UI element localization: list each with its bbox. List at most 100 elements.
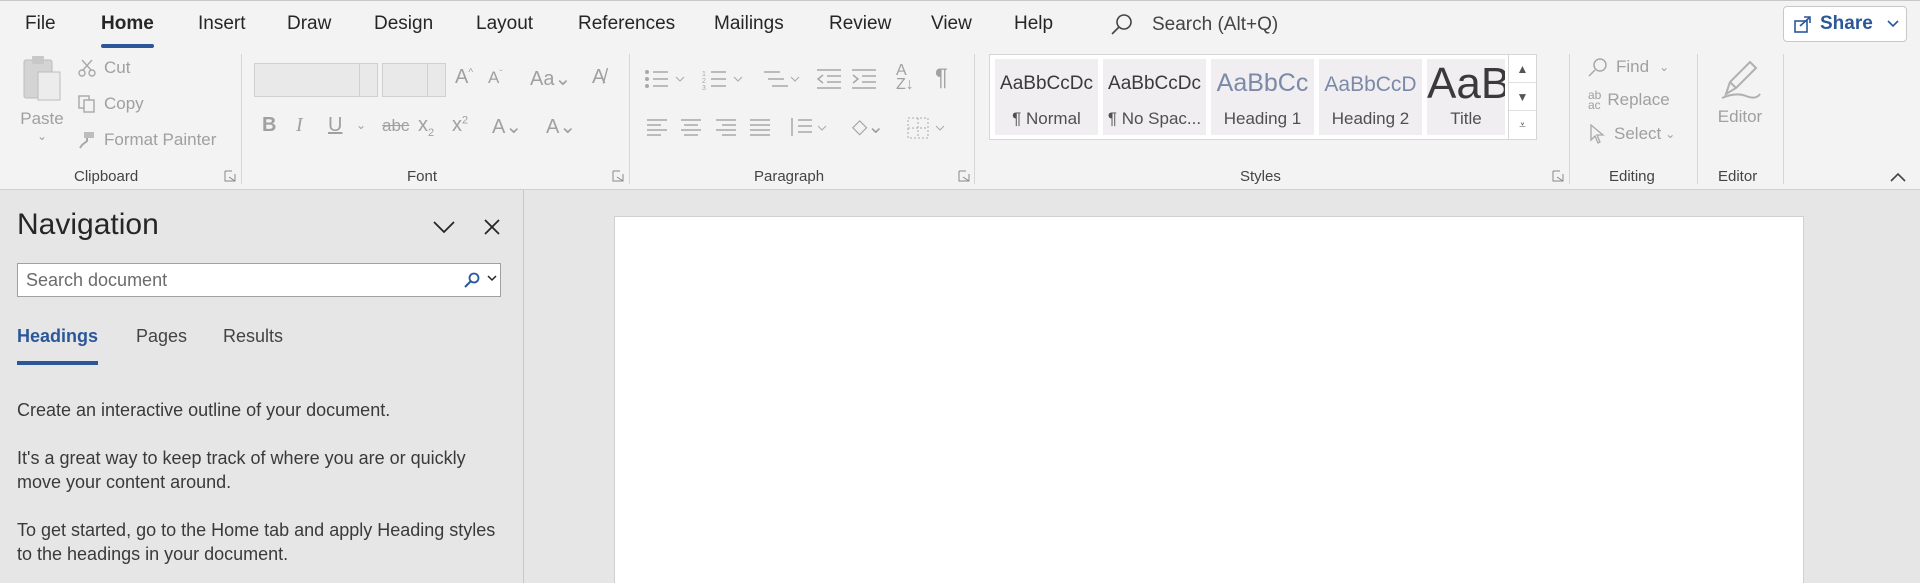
nav-tab-pages[interactable]: Pages bbox=[136, 326, 187, 347]
replace-button[interactable]: ab ac Replace bbox=[1588, 89, 1670, 111]
format-painter-button[interactable]: Format Painter bbox=[78, 130, 216, 150]
dialog-launcher-icon[interactable] bbox=[612, 170, 624, 182]
tab-home[interactable]: Home bbox=[101, 13, 154, 48]
tab-help[interactable]: Help bbox=[1014, 13, 1053, 35]
align-center-icon[interactable] bbox=[680, 118, 702, 138]
tab-references[interactable]: References bbox=[578, 13, 675, 35]
borders-icon[interactable] bbox=[906, 116, 950, 140]
align-left-icon[interactable] bbox=[646, 118, 668, 138]
tab-draw[interactable]: Draw bbox=[287, 13, 331, 35]
chevron-down-icon[interactable]: ⌄ bbox=[1665, 127, 1675, 141]
close-icon[interactable] bbox=[483, 218, 501, 236]
tab-file[interactable]: File bbox=[25, 13, 56, 35]
tab-mailings[interactable]: Mailings bbox=[714, 13, 784, 35]
style-normal[interactable]: AaBbCcDc ¶ Normal bbox=[995, 59, 1098, 135]
dialog-launcher-icon[interactable] bbox=[1552, 170, 1564, 182]
format-painter-label: Format Painter bbox=[104, 130, 217, 149]
search-document-input[interactable] bbox=[18, 264, 458, 296]
clear-formatting-icon[interactable]: A̸ bbox=[592, 66, 605, 89]
sort-icon[interactable]: A Z↓ bbox=[896, 63, 914, 93]
chevron-down-icon[interactable] bbox=[487, 275, 497, 282]
decrease-indent-icon[interactable] bbox=[816, 68, 842, 90]
tab-review[interactable]: Review bbox=[829, 13, 891, 35]
shading-icon[interactable]: ◇⌄ bbox=[852, 114, 884, 139]
bold-icon[interactable]: B bbox=[262, 114, 276, 137]
increase-indent-icon[interactable] bbox=[851, 68, 877, 90]
editor-label: Editor bbox=[1717, 107, 1763, 126]
search-icon bbox=[1588, 58, 1607, 77]
menu-bar: File Home Insert Draw Design Layout Refe… bbox=[0, 0, 1920, 48]
tab-insert[interactable]: Insert bbox=[198, 13, 246, 35]
chevron-down-icon[interactable] bbox=[427, 64, 445, 96]
style-heading-1[interactable]: AaBbCc Heading 1 bbox=[1211, 59, 1314, 135]
navigation-title: Navigation bbox=[17, 208, 159, 241]
tab-design[interactable]: Design bbox=[374, 13, 433, 35]
chevron-down-icon[interactable]: ⌄ bbox=[1659, 60, 1669, 74]
search-icon[interactable] bbox=[464, 272, 480, 288]
search-icon bbox=[1111, 14, 1132, 35]
styles-scroll: ▲ ▼ ⩡ bbox=[1508, 55, 1536, 139]
style-heading-2[interactable]: AaBbCcD Heading 2 bbox=[1319, 59, 1422, 135]
more-styles-icon[interactable]: ⩡ bbox=[1509, 111, 1536, 139]
justify-icon[interactable] bbox=[749, 118, 771, 138]
text-effects-icon[interactable]: A⌄ bbox=[492, 114, 522, 139]
align-right-icon[interactable] bbox=[715, 118, 737, 138]
find-button[interactable]: Find ⌄ bbox=[1588, 57, 1669, 77]
superscript-icon[interactable]: x2 bbox=[452, 114, 468, 137]
style-no-spacing[interactable]: AaBbCcDc ¶ No Spac... bbox=[1103, 59, 1206, 135]
font-size-box[interactable] bbox=[382, 63, 446, 97]
grow-font-icon[interactable]: A^ bbox=[455, 66, 473, 89]
cut-button[interactable]: Cut bbox=[78, 58, 130, 78]
dialog-launcher-icon[interactable] bbox=[958, 170, 970, 182]
style-sample: AaB bbox=[1427, 59, 1505, 108]
change-case-icon[interactable]: Aa⌄ bbox=[530, 66, 571, 91]
font-color-icon[interactable]: A⌄ bbox=[546, 114, 576, 139]
collapse-ribbon-icon[interactable] bbox=[1890, 172, 1906, 182]
style-name: ¶ No Spac... bbox=[1107, 109, 1202, 128]
share-button[interactable]: Share bbox=[1783, 6, 1907, 42]
chevron-down-icon[interactable]: ⌄ bbox=[356, 118, 366, 132]
pilcrow-icon[interactable]: ¶ bbox=[935, 64, 948, 92]
copy-button[interactable]: Copy bbox=[78, 94, 144, 114]
ribbon: Paste ⌄ Cut Copy Format Painter Clipboar… bbox=[0, 48, 1920, 190]
italic-icon[interactable]: I bbox=[296, 114, 303, 137]
dialog-launcher-icon[interactable] bbox=[224, 170, 236, 182]
share-label: Share bbox=[1820, 13, 1873, 34]
styles-group-label: Styles bbox=[1240, 168, 1281, 185]
chevron-down-icon[interactable]: ▼ bbox=[1509, 83, 1536, 111]
subscript-icon[interactable]: x2 bbox=[418, 114, 434, 139]
select-button[interactable]: Select ⌄ bbox=[1588, 124, 1675, 144]
tab-layout[interactable]: Layout bbox=[476, 13, 533, 35]
style-title[interactable]: AaB Title bbox=[1427, 59, 1505, 135]
chevron-down-icon[interactable] bbox=[432, 220, 456, 234]
svg-text:3: 3 bbox=[702, 85, 706, 90]
style-sample: AaBbCcDc bbox=[1108, 73, 1201, 94]
paste-button[interactable]: Paste ⌄ bbox=[18, 54, 66, 143]
editor-group-label: Editor bbox=[1718, 168, 1758, 185]
nav-tab-results[interactable]: Results bbox=[223, 326, 283, 347]
editor-button[interactable]: Editor bbox=[1712, 54, 1768, 127]
paste-label: Paste bbox=[20, 109, 64, 128]
tab-view[interactable]: View bbox=[931, 13, 972, 35]
search-box[interactable]: Search (Alt+Q) bbox=[1110, 9, 1278, 41]
select-label: Select bbox=[1614, 124, 1662, 143]
nav-tab-headings[interactable]: Headings bbox=[17, 326, 99, 365]
font-name-box[interactable] bbox=[254, 63, 378, 97]
line-spacing-icon[interactable] bbox=[788, 116, 832, 140]
search-document-field[interactable] bbox=[17, 263, 501, 297]
chevron-down-icon[interactable] bbox=[359, 64, 377, 96]
copy-label: Copy bbox=[104, 94, 144, 113]
document-page[interactable] bbox=[614, 216, 1804, 583]
scissors-icon bbox=[78, 59, 96, 77]
strikethrough-icon[interactable]: abc bbox=[382, 116, 409, 136]
divider bbox=[1783, 54, 1784, 184]
chevron-down-icon[interactable]: ⌄ bbox=[18, 129, 66, 143]
find-label: Find bbox=[1616, 57, 1650, 76]
chevron-up-icon[interactable]: ▲ bbox=[1509, 55, 1536, 83]
numbering-icon[interactable]: 123 bbox=[702, 68, 746, 90]
bullets-icon[interactable] bbox=[644, 68, 688, 90]
shrink-font-icon[interactable]: Aˇ bbox=[488, 68, 502, 88]
multilevel-list-icon[interactable] bbox=[758, 68, 802, 90]
chevron-down-icon[interactable] bbox=[1887, 20, 1899, 28]
underline-icon[interactable]: U bbox=[328, 114, 342, 137]
